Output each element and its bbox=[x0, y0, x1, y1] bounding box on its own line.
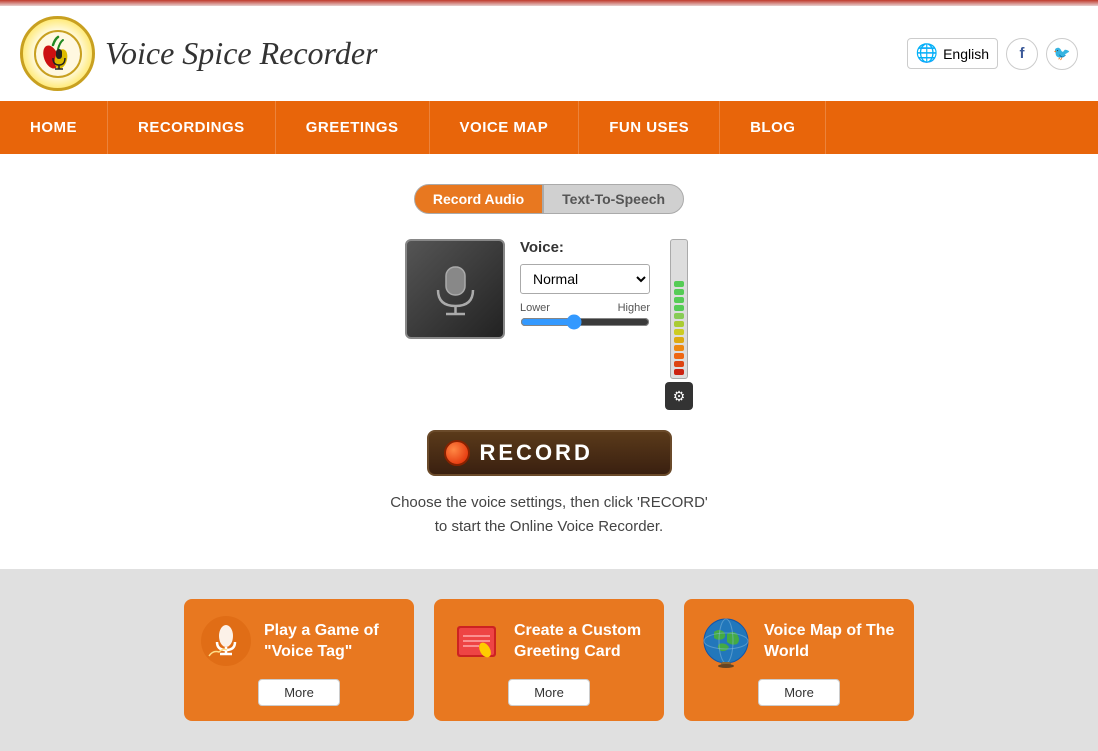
logo-icon bbox=[20, 16, 95, 91]
more-button-3[interactable]: More bbox=[758, 679, 840, 706]
level-bar-8 bbox=[674, 337, 684, 343]
card-icon-voice-tag bbox=[199, 614, 254, 669]
nav-greetings[interactable]: GREETINGS bbox=[276, 101, 430, 154]
level-bar-9 bbox=[674, 345, 684, 351]
record-row: RECORD bbox=[427, 430, 672, 476]
bottom-card-greeting: Create a Custom Greeting Card More bbox=[434, 599, 664, 721]
bottom-card-voice-tag: Play a Game of "Voice Tag" More bbox=[184, 599, 414, 721]
pitch-labels: Lower Higher bbox=[520, 302, 650, 314]
instruction-line2: to start the Online Voice Recorder. bbox=[390, 515, 708, 539]
bottom-section: Play a Game of "Voice Tag" More Create a… bbox=[0, 569, 1098, 751]
facebook-icon: f bbox=[1020, 45, 1025, 62]
more-button-1[interactable]: More bbox=[258, 679, 340, 706]
voice-controls: Voice: Normal Robot Giant Chipmunk Deep … bbox=[520, 239, 650, 330]
header-right: 🌐 English f 🐦 bbox=[907, 38, 1078, 70]
level-bar-1 bbox=[674, 281, 684, 287]
bottom-card-voice-map: Voice Map of The World More bbox=[684, 599, 914, 721]
nav-recordings[interactable]: RECORDINGS bbox=[108, 101, 276, 154]
pitch-lower-label: Lower bbox=[520, 302, 550, 314]
main-nav: HOME RECORDINGS GREETINGS VOICE MAP FUN … bbox=[0, 101, 1098, 154]
level-bar-6 bbox=[674, 321, 684, 327]
level-meter-bars bbox=[671, 278, 687, 378]
settings-button[interactable]: ⚙ bbox=[665, 382, 693, 410]
instruction-line1: Choose the voice settings, then click 'R… bbox=[390, 491, 708, 515]
nav-blog[interactable]: BLOG bbox=[720, 101, 826, 154]
level-bar-4 bbox=[674, 305, 684, 311]
header: Voice Spice Recorder 🌐 English f 🐦 bbox=[0, 6, 1098, 101]
voice-label: Voice: bbox=[520, 239, 650, 256]
card-title-1: Play a Game of "Voice Tag" bbox=[264, 621, 399, 663]
level-bar-10 bbox=[674, 353, 684, 359]
logo-area: Voice Spice Recorder bbox=[20, 16, 377, 91]
tab-text-to-speech[interactable]: Text-To-Speech bbox=[543, 184, 684, 214]
card-title-3: Voice Map of The World bbox=[764, 621, 899, 663]
record-button[interactable]: RECORD bbox=[427, 430, 672, 476]
level-bar-2 bbox=[674, 289, 684, 295]
mic-display bbox=[405, 239, 505, 339]
level-bar-11 bbox=[674, 361, 684, 367]
pitch-slider[interactable] bbox=[520, 314, 650, 330]
tab-area: Record Audio Text-To-Speech bbox=[414, 184, 684, 214]
meter-column: ⚙ bbox=[665, 239, 693, 410]
globe-icon: 🌐 bbox=[916, 43, 938, 64]
record-button-label: RECORD bbox=[480, 440, 593, 466]
main-content: Record Audio Text-To-Speech Voice: Norma… bbox=[0, 154, 1098, 569]
tab-record-audio[interactable]: Record Audio bbox=[414, 184, 543, 214]
settings-icon: ⚙ bbox=[673, 388, 686, 405]
level-bar-3 bbox=[674, 297, 684, 303]
facebook-button[interactable]: f bbox=[1006, 38, 1038, 70]
card-top-1: Play a Game of "Voice Tag" bbox=[199, 614, 399, 669]
level-bar-7 bbox=[674, 329, 684, 335]
more-button-2[interactable]: More bbox=[508, 679, 590, 706]
language-label: English bbox=[943, 46, 989, 62]
twitter-button[interactable]: 🐦 bbox=[1046, 38, 1078, 70]
nav-voice-map[interactable]: VOICE MAP bbox=[430, 101, 580, 154]
level-bar-12 bbox=[674, 369, 684, 375]
recorder-container: Voice: Normal Robot Giant Chipmunk Deep … bbox=[390, 239, 708, 539]
card-title-2: Create a Custom Greeting Card bbox=[514, 621, 649, 663]
pitch-row: Lower Higher bbox=[520, 302, 650, 330]
nav-fun-uses[interactable]: FUN USES bbox=[579, 101, 720, 154]
pitch-higher-label: Higher bbox=[618, 302, 650, 314]
card-icon-greeting bbox=[449, 614, 504, 669]
card-icon-globe bbox=[699, 614, 754, 669]
nav-home[interactable]: HOME bbox=[0, 101, 108, 154]
app-title: Voice Spice Recorder bbox=[105, 35, 377, 72]
twitter-icon: 🐦 bbox=[1053, 45, 1070, 62]
voice-select[interactable]: Normal Robot Giant Chipmunk Deep Voice bbox=[520, 264, 650, 294]
card-top-3: Voice Map of The World bbox=[699, 614, 899, 669]
instructions: Choose the voice settings, then click 'R… bbox=[390, 491, 708, 539]
language-button[interactable]: 🌐 English bbox=[907, 38, 998, 69]
card-top-2: Create a Custom Greeting Card bbox=[449, 614, 649, 669]
level-bar-5 bbox=[674, 313, 684, 319]
record-dot-icon bbox=[444, 440, 470, 466]
level-meter bbox=[670, 239, 688, 379]
recorder-area: Voice: Normal Robot Giant Chipmunk Deep … bbox=[405, 239, 693, 410]
